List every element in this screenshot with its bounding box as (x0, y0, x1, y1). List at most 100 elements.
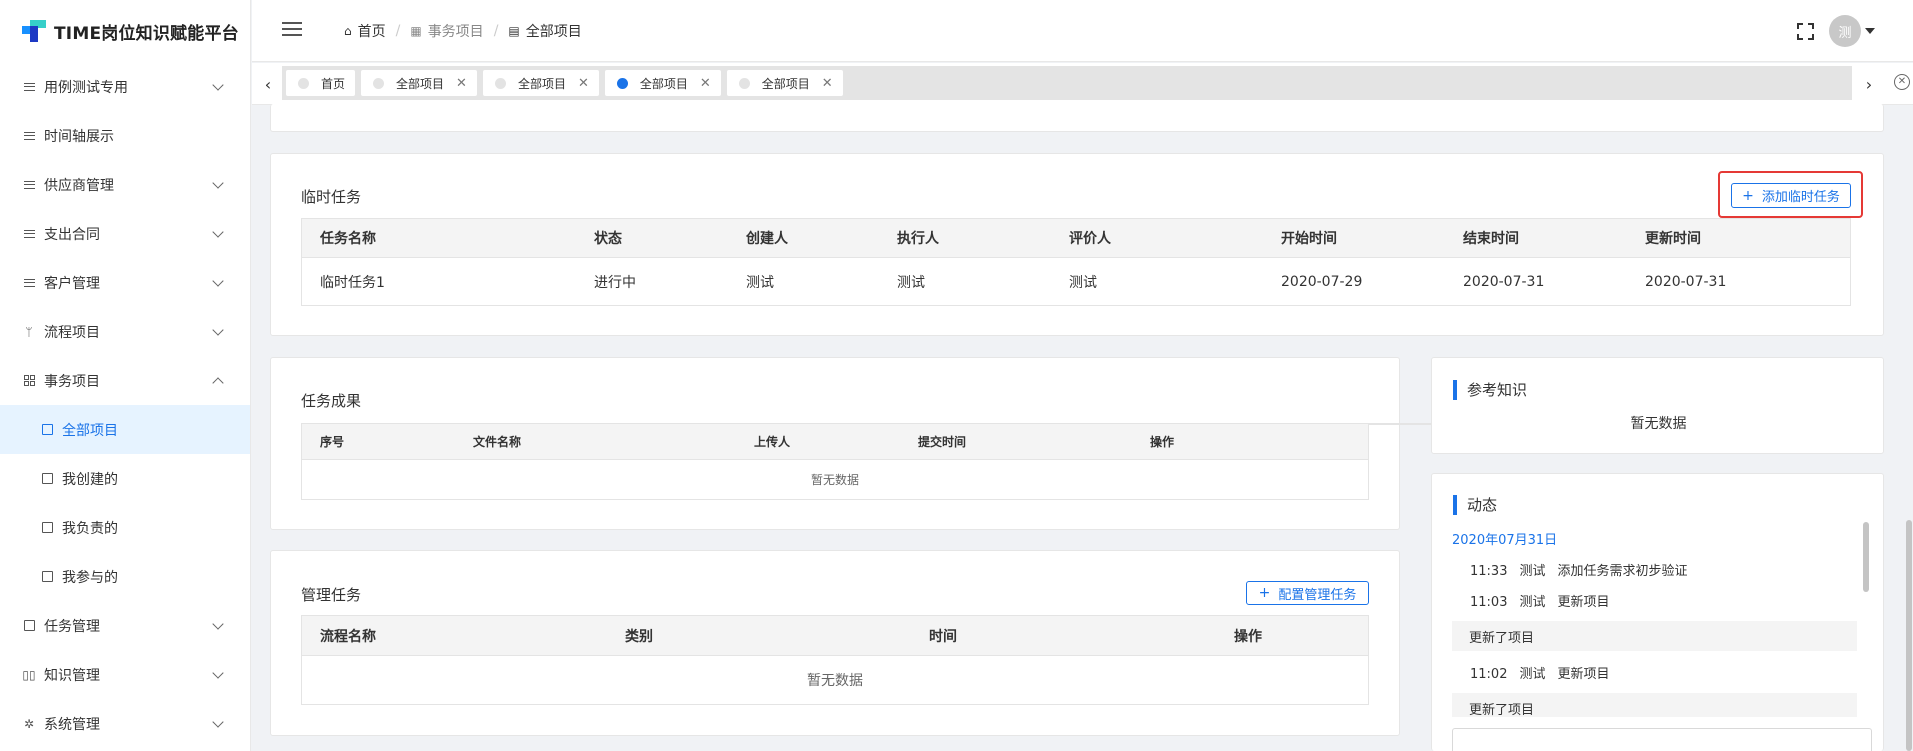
chevron-down-icon (212, 78, 224, 91)
avatar[interactable]: 测 (1829, 15, 1861, 47)
chevron-down-icon (212, 617, 224, 630)
doc-icon: ▤ (508, 24, 520, 38)
table-header: 序号 文件名称 上传人 提交时间 操作 (302, 424, 1368, 460)
config-manage-task-button[interactable]: + 配置管理任务 (1246, 581, 1369, 605)
temp-tasks-title: 临时任务 (301, 188, 362, 206)
close-icon[interactable]: ✕ (822, 76, 833, 91)
list-icon (22, 80, 36, 94)
sidebar-item-process-project[interactable]: ᛘ 流程项目 (0, 307, 250, 356)
sidebar-item-supplier[interactable]: 供应商管理 (0, 160, 250, 209)
affairs-submenu: 全部项目 我创建的 我负责的 我参与的 (0, 405, 250, 601)
tabs-scroll-right-icon[interactable]: › (1859, 74, 1879, 94)
comment-input[interactable] (1452, 728, 1872, 751)
page-scrollbar[interactable] (1906, 520, 1912, 751)
close-icon[interactable]: ✕ (456, 76, 467, 91)
sidebar-item-system[interactable]: ✲ 系统管理 (0, 699, 250, 748)
book-icon: ▯▯ (22, 667, 36, 682)
highlight-box (1718, 171, 1863, 218)
chevron-down-icon (212, 225, 224, 238)
grid-icon (22, 374, 36, 388)
logo: TIME岗位知识赋能平台 (0, 0, 250, 62)
activity-entry: 11:33 测试 添加任务需求初步验证 (1470, 564, 1688, 579)
sidebar-item-participated[interactable]: 我参与的 (0, 552, 250, 601)
list-icon (22, 276, 36, 290)
empty-row: 暂无数据 (807, 673, 863, 689)
tab-all-projects-3[interactable]: 全部项目 ✕ (604, 70, 721, 96)
caret-down-icon[interactable] (1865, 28, 1875, 34)
list-icon (22, 178, 36, 192)
activity-entry: 11:02 测试 更新项目 (1470, 667, 1610, 682)
activity-scrollbar[interactable] (1861, 522, 1871, 716)
activity-date: 2020年07月31日 (1452, 533, 1558, 548)
activity-detail-block: 更新了项目 (1452, 693, 1857, 718)
tab-dot-icon (738, 77, 750, 89)
tabs-scroll-left-icon[interactable]: ‹ (258, 74, 278, 94)
sidebar-item-responsible[interactable]: 我负责的 (0, 503, 250, 552)
breadcrumb-home[interactable]: ⌂ 首页 (344, 21, 386, 41)
activity-entry: 11:03 测试 更新项目 (1470, 595, 1610, 610)
branch-icon: ᛘ (25, 324, 33, 339)
sidebar-item-task-management[interactable]: 任务管理 (0, 601, 250, 650)
home-icon: ⌂ (344, 24, 352, 38)
tab-home[interactable]: 首页 (286, 70, 356, 96)
tab-dot-icon (616, 77, 628, 89)
table-header: 流程名称 类别 时间 操作 (302, 616, 1368, 656)
tab-all-projects-4[interactable]: 全部项目 ✕ (726, 70, 843, 96)
grid-icon: ▦ (410, 24, 422, 38)
chevron-down-icon (212, 715, 224, 728)
gear-icon: ✲ (23, 716, 35, 731)
tab-dot-icon (298, 77, 309, 89)
checkbox-icon (22, 619, 36, 633)
tab-all-projects-2[interactable]: 全部项目 ✕ (482, 70, 599, 96)
fullscreen-icon[interactable] (1797, 23, 1814, 40)
table-header: 任务名称 状态 创建人 执行人 评价人 开始时间 结束时间 更新时间 (302, 219, 1850, 258)
doc-icon (40, 423, 54, 437)
activity-detail-block: 更新了项目 (1452, 621, 1857, 651)
temp-tasks-table: 任务名称 状态 创建人 执行人 评价人 开始时间 结束时间 更新时间 临时任务1… (301, 218, 1851, 306)
manage-tasks-title: 管理任务 (301, 586, 362, 604)
tabs-track: 首页 全部项目 ✕ 全部项目 ✕ 全部项目 ✕ 全部项目 ✕ (282, 66, 1852, 100)
close-icon[interactable]: ✕ (700, 76, 711, 91)
sidebar-item-all-projects[interactable]: 全部项目 (0, 405, 250, 454)
manage-tasks-table: 流程名称 类别 时间 操作 暂无数据 (301, 615, 1369, 705)
sidebar-menu: 用例测试专用 时间轴展示 供应商管理 支出合同 客户管理 ᛘ 流程项目 事务项目 … (0, 62, 250, 748)
tabs-bar: ‹ 首页 全部项目 ✕ 全部项目 ✕ 全部项目 ✕ 全部项目 ✕ › ✕ (252, 63, 1913, 105)
close-all-tabs-icon[interactable]: ✕ (1894, 74, 1910, 90)
sidebar-item-knowledge[interactable]: ▯▯ 知识管理 (0, 650, 250, 699)
check-square-icon (40, 521, 54, 535)
sidebar-item-created-by-me[interactable]: 我创建的 (0, 454, 250, 503)
sidebar-item-customer[interactable]: 客户管理 (0, 258, 250, 307)
sidebar-item-affairs-project[interactable]: 事务项目 (0, 356, 250, 405)
tab-dot-icon (373, 77, 385, 89)
task-results-title: 任务成果 (301, 392, 362, 410)
sidebar-item-expense-contract[interactable]: 支出合同 (0, 209, 250, 258)
reference-empty: 暂无数据 (1630, 416, 1687, 432)
hamburger-menu-icon[interactable] (282, 22, 302, 36)
chevron-down-icon (212, 666, 224, 679)
sidebar-item-test-cases[interactable]: 用例测试专用 (0, 62, 250, 111)
plus-icon: + (1258, 585, 1271, 601)
reference-card: 参考知识 暂无数据 (1431, 357, 1884, 454)
close-icon[interactable]: ✕ (578, 76, 589, 91)
table-row[interactable]: 临时任务1 进行中 测试 测试 测试 2020-07-29 2020-07-31… (302, 258, 1850, 305)
list-icon (22, 129, 36, 143)
sidebar: TIME岗位知识赋能平台 用例测试专用 时间轴展示 供应商管理 支出合同 客户管… (0, 0, 251, 751)
breadcrumb-affairs[interactable]: ▦ 事务项目 (410, 21, 483, 41)
empty-row: 暂无数据 (810, 473, 859, 487)
sidebar-item-timeline[interactable]: 时间轴展示 (0, 111, 250, 160)
tab-all-projects-1[interactable]: 全部项目 ✕ (361, 70, 477, 96)
activity-title: 动态 (1453, 494, 1497, 515)
temp-tasks-card: 临时任务 + 添加临时任务 任务名称 状态 创建人 执行人 评价人 开始时间 结束… (270, 153, 1884, 336)
logo-icon (22, 20, 46, 42)
plus-square-icon (40, 472, 54, 486)
breadcrumb-all-projects: ▤ 全部项目 (508, 24, 582, 40)
reference-title: 参考知识 (1453, 379, 1527, 400)
tab-dot-icon (494, 77, 506, 89)
scrollbar-thumb[interactable] (1863, 522, 1869, 592)
breadcrumb: ⌂ 首页 / ▦ 事务项目 / ▤ 全部项目 (344, 21, 582, 41)
previous-card (270, 104, 1884, 132)
task-results-table: 序号 文件名称 上传人 提交时间 操作 暂无数据 (301, 423, 1369, 500)
play-square-icon (40, 570, 54, 584)
top-header: ⌂ 首页 / ▦ 事务项目 / ▤ 全部项目 测 (252, 0, 1913, 62)
chevron-down-icon (212, 176, 224, 189)
